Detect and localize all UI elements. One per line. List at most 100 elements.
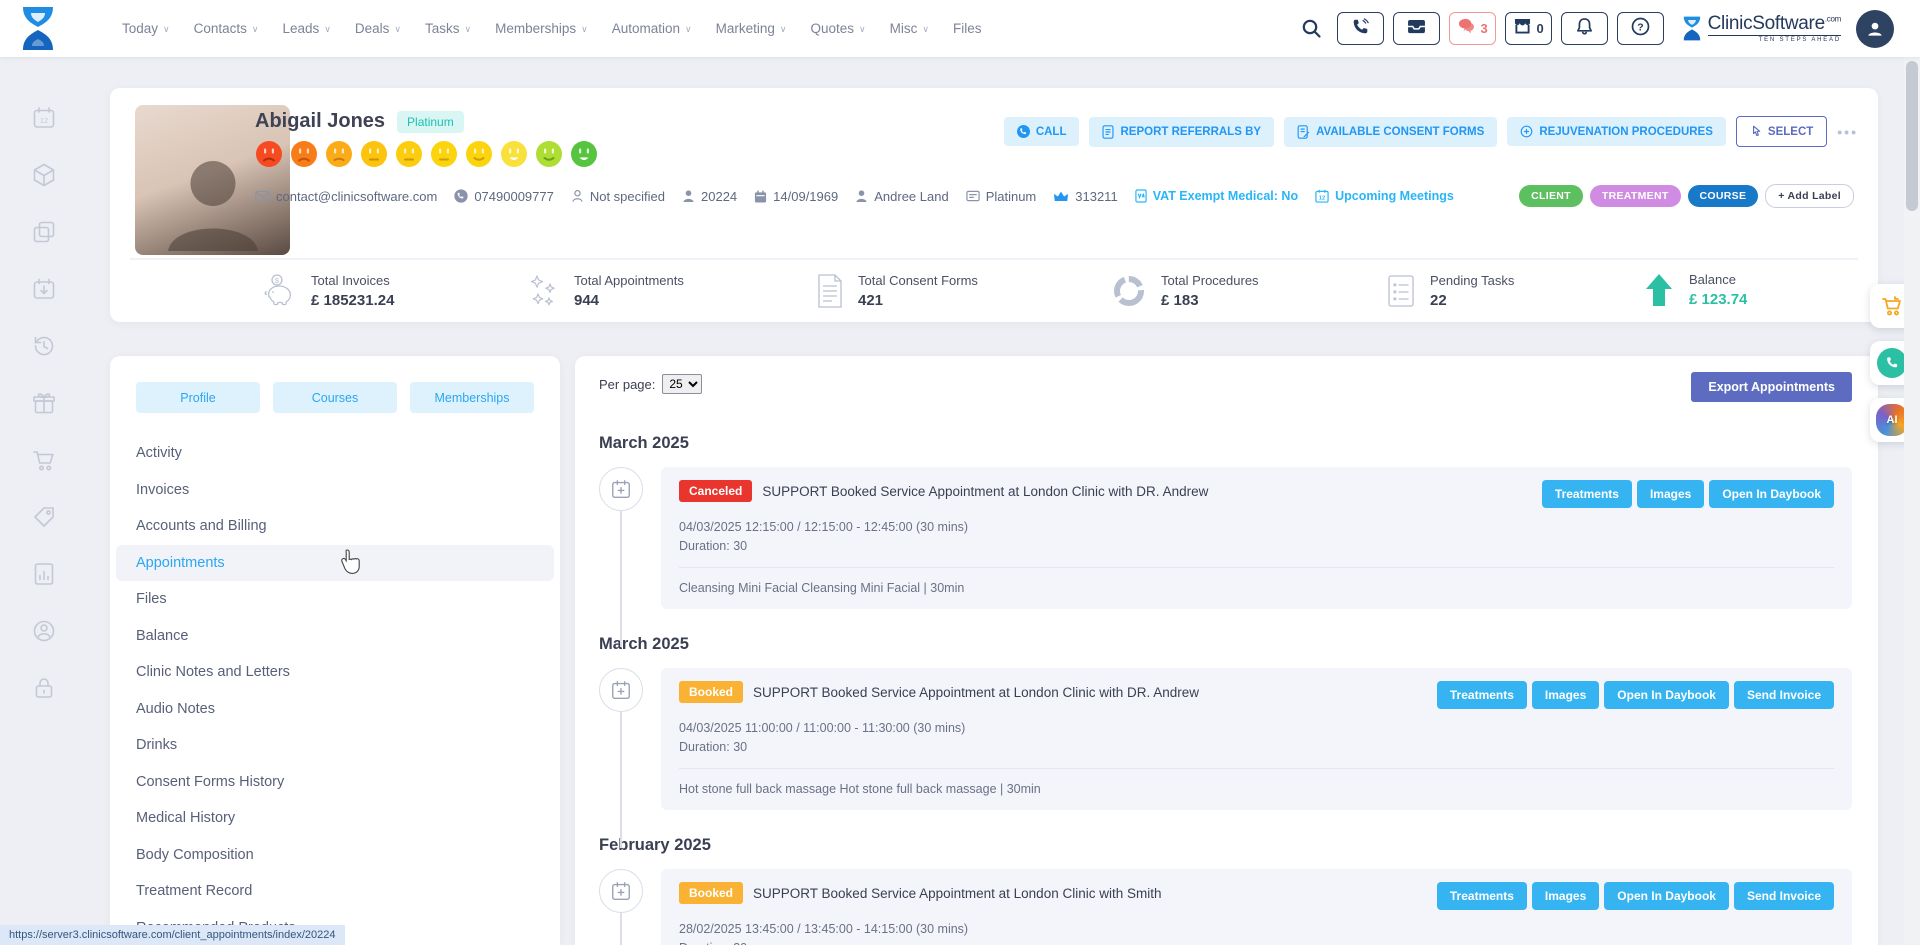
- chevron-down-icon: ∨: [465, 24, 472, 35]
- nav-memberships[interactable]: Memberships∨: [495, 21, 588, 36]
- satisfaction-face-10-icon[interactable]: [570, 140, 598, 168]
- sidebar-item-drinks[interactable]: Drinks: [110, 727, 560, 764]
- appointment-datetime: 04/03/2025 11:00:00 / 11:00:00 - 11:30:0…: [679, 721, 1834, 735]
- satisfaction-face-7-icon[interactable]: [465, 140, 493, 168]
- label-client[interactable]: CLIENT: [1519, 185, 1583, 207]
- satisfaction-face-5-icon[interactable]: [395, 140, 423, 168]
- label-course[interactable]: COURSE: [1688, 185, 1759, 207]
- label-treatment[interactable]: TREATMENT: [1590, 185, 1681, 207]
- images-button[interactable]: Images: [1532, 882, 1599, 910]
- nav-today[interactable]: Today∨: [122, 21, 170, 36]
- sidebar-item-body-composition[interactable]: Body Composition: [110, 837, 560, 874]
- report-chart-icon[interactable]: [31, 561, 57, 587]
- lock-icon[interactable]: [31, 675, 57, 701]
- nav-misc[interactable]: Misc∨: [890, 21, 929, 36]
- nav-marketing[interactable]: Marketing∨: [716, 21, 787, 36]
- account-clock-icon[interactable]: [31, 618, 57, 644]
- treatments-button[interactable]: Treatments: [1437, 681, 1527, 709]
- treatments-button[interactable]: Treatments: [1437, 882, 1527, 910]
- send-invoice-button[interactable]: Send Invoice: [1734, 882, 1834, 910]
- package-icon[interactable]: [31, 162, 57, 188]
- tab-profile[interactable]: Profile: [136, 382, 260, 413]
- export-appointments-button[interactable]: Export Appointments: [1691, 372, 1852, 402]
- images-button[interactable]: Images: [1637, 480, 1704, 508]
- select-button[interactable]: SELECT: [1736, 116, 1827, 147]
- inbox-button[interactable]: [1393, 12, 1440, 45]
- more-actions-button[interactable]: •••: [1837, 124, 1858, 140]
- dialer-button[interactable]: [1337, 12, 1384, 45]
- task-list-icon: [1385, 272, 1417, 310]
- calendar-date-icon[interactable]: 12: [31, 105, 57, 131]
- cart-icon[interactable]: [31, 447, 57, 473]
- clinicsoftware-brand[interactable]: ClinicSoftware.com TEN STEPS AHEAD: [1681, 14, 1841, 43]
- calendar-import-icon[interactable]: [31, 276, 57, 302]
- sidebar-item-treatment-record[interactable]: Treatment Record: [110, 873, 560, 910]
- nav-contacts[interactable]: Contacts∨: [194, 21, 259, 36]
- brand-name: ClinicSoftware.com: [1708, 14, 1841, 33]
- clinicsoftware-logo-icon[interactable]: [18, 5, 58, 57]
- satisfaction-face-1-icon[interactable]: [255, 140, 283, 168]
- call-button[interactable]: CALL: [1004, 117, 1080, 146]
- hourglass-icon: [1681, 15, 1703, 42]
- scrollbar-thumb[interactable]: [1906, 61, 1918, 211]
- chat-button[interactable]: 3: [1449, 12, 1496, 45]
- brand-tagline: TEN STEPS AHEAD: [1708, 35, 1841, 43]
- sidebar-item-appointments[interactable]: Appointments: [116, 545, 554, 582]
- tab-memberships[interactable]: Memberships: [410, 382, 534, 413]
- client-summary-card: Abigail Jones Platinum CALL REPORT REFER…: [110, 88, 1878, 322]
- client-email[interactable]: contact@clinicsoftware.com: [255, 189, 437, 204]
- sidebar-item-clinic-notes-and-letters[interactable]: Clinic Notes and Letters: [110, 654, 560, 691]
- satisfaction-face-9-icon[interactable]: [535, 140, 563, 168]
- satisfaction-face-2-icon[interactable]: [290, 140, 318, 168]
- nav-quotes[interactable]: Quotes∨: [811, 21, 866, 36]
- donut-chart-icon: [1110, 272, 1148, 310]
- page-scrollbar[interactable]: [1904, 57, 1920, 945]
- month-heading: March 2025: [599, 635, 1852, 654]
- open-in-daybook-button[interactable]: Open In Daybook: [1709, 480, 1834, 508]
- gift-icon[interactable]: [31, 390, 57, 416]
- satisfaction-face-3-icon[interactable]: [325, 140, 353, 168]
- sidebar-item-medical-history[interactable]: Medical History: [110, 800, 560, 837]
- tag-icon[interactable]: [31, 504, 57, 530]
- history-icon[interactable]: [31, 333, 57, 359]
- appointment-timeline-node: [599, 869, 643, 913]
- client-phone[interactable]: 07490009777: [454, 189, 554, 204]
- satisfaction-face-4-icon[interactable]: [360, 140, 388, 168]
- nav-deals[interactable]: Deals∨: [355, 21, 401, 36]
- sidebar-item-activity[interactable]: Activity: [110, 435, 560, 472]
- report-referrals-button[interactable]: REPORT REFERRALS BY: [1089, 117, 1274, 147]
- open-in-daybook-button[interactable]: Open In Daybook: [1604, 681, 1729, 709]
- satisfaction-face-8-icon[interactable]: [500, 140, 528, 168]
- sidebar-item-audio-notes[interactable]: Audio Notes: [110, 691, 560, 728]
- help-button[interactable]: ?: [1617, 12, 1664, 45]
- sidebar-item-invoices[interactable]: Invoices: [110, 472, 560, 509]
- rejuvenation-procedures-button[interactable]: REJUVENATION PROCEDURES: [1507, 117, 1726, 146]
- top-bar-right: 3 0 ? ClinicSoftware.com TEN STEPS AHEAD: [1301, 0, 1894, 57]
- client-location: Andree Land: [855, 189, 948, 204]
- search-icon[interactable]: [1301, 18, 1322, 39]
- sidebar-item-files[interactable]: Files: [110, 581, 560, 618]
- satisfaction-face-6-icon[interactable]: [430, 140, 458, 168]
- open-in-daybook-button[interactable]: Open In Daybook: [1604, 882, 1729, 910]
- copy-icon[interactable]: [31, 219, 57, 245]
- sidebar-item-accounts-and-billing[interactable]: Accounts and Billing: [110, 508, 560, 545]
- treatments-button[interactable]: Treatments: [1542, 480, 1632, 508]
- tab-courses[interactable]: Courses: [273, 382, 397, 413]
- notifications-button[interactable]: [1561, 12, 1608, 45]
- nav-leads[interactable]: Leads∨: [283, 21, 331, 36]
- vat-status-link[interactable]: VAT Exempt Medical: No: [1135, 189, 1298, 203]
- user-avatar[interactable]: [1856, 10, 1894, 48]
- phone-icon: [454, 189, 468, 203]
- per-page-select[interactable]: 25: [662, 374, 702, 394]
- nav-automation[interactable]: Automation∨: [612, 21, 692, 36]
- sidebar-item-consent-forms-history[interactable]: Consent Forms History: [110, 764, 560, 801]
- sidebar-item-balance[interactable]: Balance: [110, 618, 560, 655]
- add-label-button[interactable]: + Add Label: [1765, 184, 1854, 208]
- basket-button[interactable]: 0: [1505, 12, 1552, 45]
- nav-tasks[interactable]: Tasks∨: [425, 21, 471, 36]
- available-consent-forms-button[interactable]: AVAILABLE CONSENT FORMS: [1284, 117, 1497, 147]
- nav-files[interactable]: Files: [953, 21, 982, 36]
- images-button[interactable]: Images: [1532, 681, 1599, 709]
- send-invoice-button[interactable]: Send Invoice: [1734, 681, 1834, 709]
- upcoming-meetings-link[interactable]: 12 Upcoming Meetings: [1315, 189, 1454, 203]
